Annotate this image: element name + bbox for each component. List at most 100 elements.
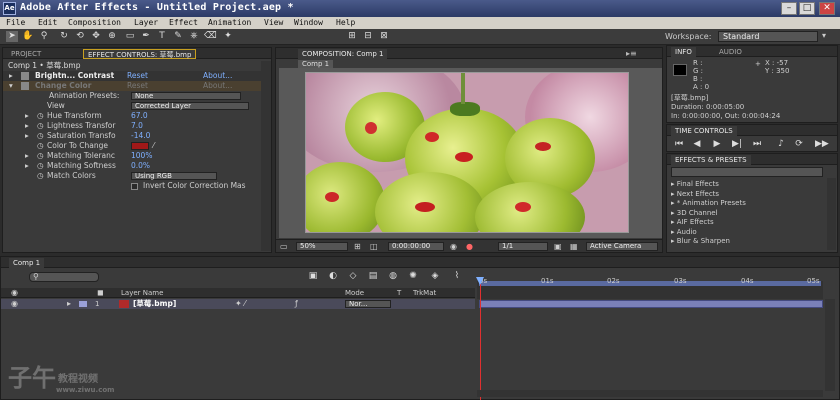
timeline-search-input[interactable] (29, 272, 99, 282)
panel-menu-icon[interactable]: ▸≡ (626, 49, 637, 58)
list-item[interactable]: ▸ Next Effects (671, 190, 746, 200)
layer-duration-bar[interactable] (479, 300, 823, 308)
audio-icon[interactable]: ♪ (775, 139, 787, 150)
effects-scrollbar[interactable] (827, 178, 836, 250)
lightness-transform-value[interactable]: 7.0 (131, 121, 143, 131)
stopwatch-icon[interactable]: ◷ (37, 141, 44, 151)
motion-blur-icon[interactable]: ◍ (387, 271, 399, 282)
animation-presets-select[interactable]: None (131, 92, 241, 100)
work-area-bar[interactable] (479, 281, 821, 286)
fx-switch-icon[interactable]: ƒ (295, 299, 298, 308)
effect-controls-scrollbar[interactable] (261, 61, 271, 251)
effect-change-color-row[interactable]: ▾ Change Color Reset About... (3, 81, 271, 91)
orbit-camera-tool-icon[interactable]: ⟲ (74, 31, 86, 42)
comp-mini-flowchart-icon[interactable]: ▣ (307, 271, 319, 282)
transparency-grid-icon[interactable]: ▦ (570, 242, 578, 251)
hand-tool-icon[interactable]: ✋ (22, 31, 34, 42)
mask-tool-icon[interactable]: ▭ (124, 31, 136, 42)
selection-tool-icon[interactable]: ➤ (6, 31, 18, 42)
about-link[interactable]: About... (203, 81, 232, 91)
stopwatch-icon[interactable]: ◷ (37, 151, 44, 161)
hue-transform-value[interactable]: 67.0 (131, 111, 148, 121)
expand-triangle-icon[interactable]: ▾ (9, 81, 13, 91)
stopwatch-icon[interactable]: ◷ (37, 161, 44, 171)
time-ruler[interactable] (477, 281, 823, 299)
expand-triangle-icon[interactable]: ▸ (25, 151, 29, 161)
first-frame-icon[interactable]: ⏮ (673, 139, 685, 150)
match-colors-select[interactable]: Using RGB (131, 172, 217, 180)
list-item[interactable]: ▸ Final Effects (671, 180, 746, 190)
menu-composition[interactable]: Composition (68, 18, 121, 27)
list-item[interactable]: ▸ * Animation Presets (671, 199, 746, 209)
menu-layer[interactable]: Layer (134, 18, 158, 27)
fx-toggle-icon[interactable] (21, 82, 29, 90)
draft-3d-icon[interactable]: ◐ (327, 271, 339, 282)
menu-window[interactable]: Window (294, 18, 323, 27)
list-item[interactable]: ▸ AIF Effects (671, 218, 746, 228)
playhead[interactable] (480, 284, 481, 400)
view-select[interactable]: Corrected Layer (131, 102, 249, 110)
region-of-interest-icon[interactable]: ▣ (554, 242, 562, 251)
next-frame-icon[interactable]: ▶| (731, 139, 743, 150)
stopwatch-icon[interactable]: ◷ (37, 131, 44, 141)
workspace-dropdown-icon[interactable]: ▾ (822, 31, 826, 40)
effects-search-input[interactable] (671, 167, 823, 177)
matching-softness-value[interactable]: 0.0% (131, 161, 150, 171)
show-channel-icon[interactable]: ● (466, 242, 473, 251)
clone-stamp-tool-icon[interactable]: ⎈ (188, 31, 200, 42)
snapshot-icon[interactable]: ◉ (450, 242, 457, 251)
eraser-tool-icon[interactable]: ⌫ (204, 31, 217, 42)
expand-triangle-icon[interactable]: ▸ (25, 121, 29, 131)
menu-animation[interactable]: Animation (208, 18, 251, 27)
list-item[interactable]: ▸ 3D Channel (671, 209, 746, 219)
layer-name-header[interactable]: Layer Name (121, 288, 163, 298)
matching-tolerance-value[interactable]: 100% (131, 151, 152, 161)
tab-info[interactable]: INFO (671, 47, 696, 57)
ram-preview-icon[interactable]: ▶▶ (815, 139, 829, 150)
zoom-tool-icon[interactable]: ⚲ (38, 31, 50, 42)
blend-mode-select[interactable]: Nor... (345, 300, 391, 308)
tab-effect-controls[interactable]: EFFECT CONTROLS: 草莓.bmp (83, 49, 197, 59)
zoom-select[interactable]: 50% (296, 242, 348, 251)
layer-switches-icon[interactable]: ✦ ⁄ (235, 299, 246, 308)
eye-icon[interactable]: ◉ (11, 299, 18, 308)
tab-audio[interactable]: AUDIO (715, 47, 746, 57)
pan-behind-tool-icon[interactable]: ⊕ (106, 31, 118, 42)
local-axis-mode-icon[interactable]: ⊞ (346, 31, 358, 42)
effect-brightness-contrast-row[interactable]: ▸ Brightn... Contrast Reset About... (3, 71, 271, 81)
close-button[interactable]: ✕ (819, 2, 835, 15)
tab-effects-presets[interactable]: EFFECTS & PRESETS (671, 155, 751, 165)
maximize-button[interactable]: □ (799, 2, 815, 15)
mask-visibility-icon[interactable]: ◫ (370, 242, 378, 251)
last-frame-icon[interactable]: ⏭ (751, 139, 763, 150)
rotate-tool-icon[interactable]: ↻ (58, 31, 70, 42)
expand-triangle-icon[interactable]: ▸ (25, 161, 29, 171)
workspace-select[interactable]: Standard (718, 31, 818, 42)
collapse-triangle-icon[interactable]: ▸ (9, 71, 13, 81)
track-camera-tool-icon[interactable]: ✥ (90, 31, 102, 42)
tab-project[interactable]: PROJECT (7, 49, 45, 59)
auto-keyframe-icon[interactable]: ◈ (429, 271, 441, 282)
stopwatch-icon[interactable]: ◷ (37, 171, 44, 181)
label-color-swatch[interactable] (79, 301, 87, 307)
text-tool-icon[interactable]: T (156, 31, 168, 42)
minimize-button[interactable]: – (781, 2, 797, 15)
expand-triangle-icon[interactable]: ▸ (25, 111, 29, 121)
eyedropper-icon[interactable]: ⁄ (153, 141, 154, 151)
layer-name[interactable]: [草莓.bmp] (133, 299, 176, 309)
tab-time-controls[interactable]: TIME CONTROLS (671, 126, 737, 136)
timeline-scrollbar[interactable] (825, 299, 835, 391)
hide-shy-layers-icon[interactable]: ◇ (347, 271, 359, 282)
menu-help[interactable]: Help (336, 18, 355, 27)
tab-composition[interactable]: COMPOSITION: Comp 1 (298, 49, 388, 59)
view-axis-mode-icon[interactable]: ⊠ (378, 31, 390, 42)
menu-file[interactable]: File (6, 18, 25, 27)
always-preview-icon[interactable]: ▭ (280, 242, 288, 251)
resolution-select[interactable]: 1/1 (498, 242, 548, 251)
play-icon[interactable]: ▶ (711, 139, 723, 150)
expand-triangle-icon[interactable]: ▸ (67, 299, 71, 308)
reset-link[interactable]: Reset (127, 81, 148, 91)
list-item[interactable]: ▸ Audio (671, 228, 746, 238)
previous-frame-icon[interactable]: ◀ (691, 139, 703, 150)
graph-editor-icon[interactable]: ⌇ (451, 271, 463, 282)
